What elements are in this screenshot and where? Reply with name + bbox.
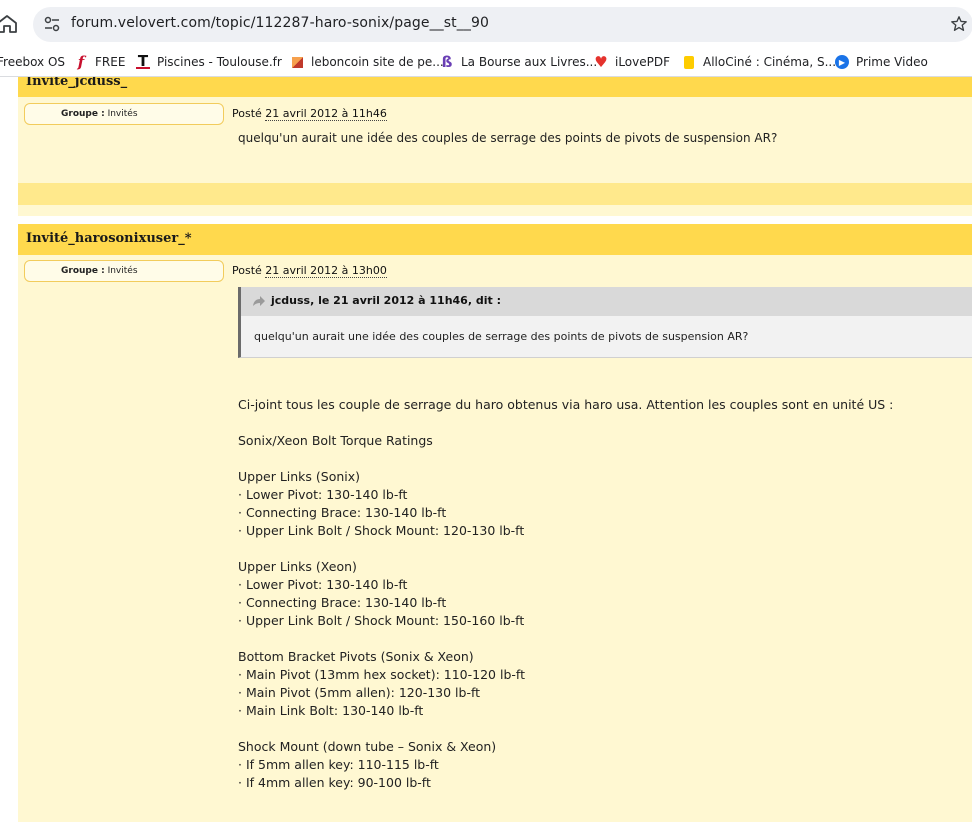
post-date: Posté 21 avril 2012 à 11h46 [232,107,387,121]
bookmark-star-icon[interactable] [950,15,968,33]
post-line: Bottom Bracket Pivots (Sonix & Xeon) [238,649,474,664]
post-header: Invité_harosonixuser_* [18,224,972,255]
url-text[interactable]: forum.velovert.com/topic/112287-haro-son… [71,15,489,31]
bookmark-label: iLovePDF [615,55,671,69]
post-line: · Upper Link Bolt / Shock Mount: 120-130… [238,523,525,538]
group-badge: Groupe : Invités [24,260,224,282]
bookmark-piscines[interactable]: T Piscines - Toulouse.fr [136,48,282,76]
play-icon: ▶ [835,55,849,69]
page-viewport: Invité_jcduss_ Groupe : Invités Posté 21… [0,77,972,822]
post-author[interactable]: Invité_harosonixuser_* [26,231,192,246]
toulouse-logo-icon: T [136,52,150,70]
post-date: Posté 21 avril 2012 à 13h00 [232,264,387,278]
post-line: Shock Mount (down tube – Sonix & Xeon) [238,739,497,754]
post-line: · Main Pivot (13mm hex socket): 110-120 … [238,667,525,682]
group-badge: Groupe : Invités [24,103,224,125]
bookmark-label: La Bourse aux Livres... [461,55,598,69]
page-left-margin [0,77,18,822]
bookmark-label: Freebox OS [0,55,66,69]
bookmark-freebox[interactable]: Freebox OS [0,48,65,76]
bookmark-label: Prime Video [856,55,928,69]
post-line: · Lower Pivot: 130-140 lb-ft [238,577,408,592]
address-bar-row: forum.velovert.com/topic/112287-haro-son… [0,0,972,48]
bookmark-label: FREE [95,55,126,69]
bookmark-label: leboncoin site de pe... [311,55,444,69]
free-logo-icon: f [77,53,85,71]
leboncoin-icon [290,55,304,69]
home-icon[interactable] [0,13,18,35]
post-message: quelqu'un aurait une idée des couples de… [238,131,778,145]
site-info-icon[interactable] [44,16,60,32]
bookmark-label: Piscines - Toulouse.fr [157,55,282,69]
post-timestamp[interactable]: 21 avril 2012 à 11h46 [265,107,387,121]
post-line: · Main Link Bolt: 130-140 lb-ft [238,703,424,718]
allocine-icon [682,55,696,69]
post-header: Invité_jcduss_ [18,77,972,97]
post-line: Upper Links (Xeon) [238,559,357,574]
post-line: · Connecting Brace: 130-140 lb-ft [238,505,447,520]
post-line: · Upper Link Bolt / Shock Mount: 150-160… [238,613,525,628]
heart-icon: ♥ [594,53,608,71]
post-line: Ci-joint tous les couple de serrage du h… [238,397,894,412]
group-value: Invités [107,109,138,119]
quote-text: quelqu'un aurait une idée des couples de… [254,330,749,343]
bookmark-bourse-livres[interactable]: ß La Bourse aux Livres... [440,48,598,76]
bookmark-prime-video[interactable]: ▶ Prime Video [835,48,928,76]
bookmark-ilovepdf[interactable]: ♥ iLovePDF [594,48,670,76]
post-line: Sonix/Xeon Bolt Torque Ratings [238,433,433,448]
bookmark-leboncoin[interactable]: leboncoin site de pe... [290,48,444,76]
group-label: Groupe : [61,266,105,276]
post-separator [18,205,972,216]
quote-arrow-icon[interactable] [252,296,266,307]
bookmark-label: AlloCiné : Cinéma, S... [703,55,837,69]
group-label: Groupe : [61,109,105,119]
quote-header: jcduss, le 21 avril 2012 à 11h46, dit : [238,287,972,316]
post-separator [18,183,972,205]
group-value: Invités [107,266,138,276]
bookmark-free[interactable]: f FREE [74,48,126,76]
post-gap [18,216,972,224]
bookmarks-bar: Freebox OS f FREE T Piscines - Toulouse.… [0,48,972,77]
post-line: · Connecting Brace: 130-140 lb-ft [238,595,447,610]
bookmark-allocine[interactable]: AlloCiné : Cinéma, S... [682,48,836,76]
post-line: · If 4mm allen key: 90-100 lb-ft [238,775,431,790]
post-line: · Lower Pivot: 130-140 lb-ft [238,487,408,502]
post-line: Upper Links (Sonix) [238,469,361,484]
post-line: · If 5mm allen key: 110-115 lb-ft [238,757,439,772]
quote-body: quelqu'un aurait une idée des couples de… [238,316,972,358]
post-line: · Main Pivot (5mm allen): 120-130 lb-ft [238,685,481,700]
post-timestamp[interactable]: 21 avril 2012 à 13h00 [265,264,387,278]
post-author[interactable]: Invité_jcduss_ [26,77,127,89]
quote-title: jcduss, le 21 avril 2012 à 11h46, dit : [271,294,501,307]
posted-label: Posté [232,107,262,120]
posted-label: Posté [232,264,262,277]
bourse-livres-icon: ß [441,53,453,71]
